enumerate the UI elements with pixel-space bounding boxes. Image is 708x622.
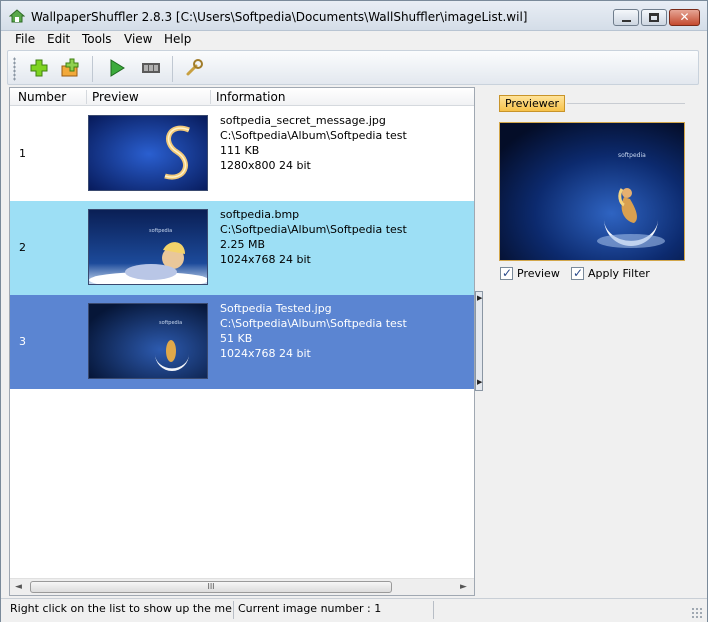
toolbar (7, 50, 699, 85)
filmstrip-icon (142, 63, 160, 73)
app-house-icon (9, 9, 25, 23)
window-title: WallpaperShuffler 2.8.3 [C:\Users\Softpe… (31, 10, 528, 24)
image-dimensions: 1024x768 24 bit (220, 347, 311, 360)
menu-edit[interactable]: Edit (47, 32, 70, 46)
list-header: Number Preview Information (10, 88, 474, 106)
horizontal-scrollbar[interactable]: ◄ III ► (10, 578, 474, 595)
preview-image: softpedia (499, 122, 685, 261)
filmstrip-button[interactable] (140, 57, 162, 79)
list-row-selected[interactable]: 3 softpedia Softpedia Tested.jpg C:\Soft… (10, 295, 474, 389)
apply-filter-checkbox-label: Apply Filter (588, 267, 650, 280)
image-dimensions: 1280x800 24 bit (220, 159, 311, 172)
svg-text:softpedia: softpedia (159, 320, 182, 326)
row-info: softpedia_secret_message.jpg C:\Softpedi… (220, 113, 407, 173)
column-number[interactable]: Number (18, 90, 66, 104)
close-button[interactable]: ✕ (669, 9, 700, 26)
row-number: 3 (19, 335, 26, 348)
thumbnail-image: softpedia (88, 303, 208, 379)
status-divider (233, 601, 234, 619)
status-bar: Right click on the list to show up the m… (1, 598, 707, 622)
menu-help[interactable]: Help (164, 32, 191, 46)
list-row[interactable]: 1 softpedia_secret_message.jpg C:\Softpe… (10, 107, 474, 201)
status-divider (433, 601, 434, 619)
add-icon (30, 59, 48, 77)
resize-grip-icon[interactable] (691, 607, 703, 619)
image-dimensions: 1024x768 24 bit (220, 253, 311, 266)
play-icon (110, 59, 125, 77)
collapse-arrow-icon[interactable]: ▶ (477, 294, 482, 302)
minimize-icon (622, 20, 631, 22)
row-number: 1 (19, 147, 26, 160)
close-icon: ✕ (679, 10, 690, 24)
previewer-tab[interactable]: Previewer (499, 95, 565, 112)
svg-text:softpedia: softpedia (618, 152, 646, 159)
maximize-icon (649, 13, 659, 22)
maximize-button[interactable] (641, 9, 667, 26)
row-info: softpedia.bmp C:\Softpedia\Album\Softped… (220, 207, 407, 267)
previewer-panel: Previewer softpedia ✓ Preview ✓ Apply Fi… (485, 87, 701, 596)
row-info: Softpedia Tested.jpg C:\Softpedia\Album\… (220, 301, 407, 361)
list-row[interactable]: 2 softpedia softpedia.bmp C:\Softpedia\A… (10, 201, 474, 295)
expand-arrow-icon[interactable]: ▶ (477, 378, 482, 386)
status-hint: Right click on the list to show up the m… (10, 602, 232, 615)
checkbox-checked-icon[interactable] (500, 266, 513, 280)
menu-tools[interactable]: Tools (82, 32, 112, 46)
add-folder-button[interactable] (60, 57, 82, 79)
scroll-left-icon[interactable]: ◄ (15, 582, 22, 592)
menu-file[interactable]: File (15, 32, 35, 46)
menu-bar: File Edit Tools View Help (1, 31, 707, 48)
file-size: 51 KB (220, 332, 253, 345)
thumbnail-image (88, 115, 208, 191)
app-window: WallpaperShuffler 2.8.3 [C:\Users\Softpe… (0, 0, 708, 622)
minimize-button[interactable] (613, 9, 639, 26)
row-number: 2 (19, 241, 26, 254)
scroll-thumb[interactable]: III (30, 581, 392, 593)
file-path: C:\Softpedia\Album\Softpedia test (220, 129, 407, 142)
file-size: 111 KB (220, 144, 260, 157)
column-divider (86, 90, 87, 104)
file-name: Softpedia Tested.jpg (220, 302, 332, 315)
file-name: softpedia_secret_message.jpg (220, 114, 386, 127)
start-shuffle-button[interactable] (106, 57, 128, 79)
column-information[interactable]: Information (216, 90, 285, 104)
file-path: C:\Softpedia\Album\Softpedia test (220, 317, 407, 330)
wrench-icon (186, 59, 203, 76)
svg-text:softpedia: softpedia (149, 228, 172, 234)
add-folder-icon (61, 58, 79, 77)
thumbnail-image: softpedia (88, 209, 208, 285)
add-image-button[interactable] (28, 57, 50, 79)
title-bar[interactable]: WallpaperShuffler 2.8.3 [C:\Users\Softpe… (1, 1, 707, 31)
settings-button[interactable] (184, 57, 206, 79)
preview-checkbox-label: Preview (517, 267, 560, 280)
toolbar-separator (92, 56, 93, 82)
file-name: softpedia.bmp (220, 208, 300, 221)
menu-view[interactable]: View (124, 32, 152, 46)
toolbar-grip[interactable] (13, 57, 16, 81)
column-preview[interactable]: Preview (92, 90, 139, 104)
checkbox-checked-icon[interactable] (571, 266, 584, 280)
previewer-divider (567, 103, 685, 104)
file-size: 2.25 MB (220, 238, 266, 251)
scroll-right-icon[interactable]: ► (460, 582, 467, 592)
image-list[interactable]: Number Preview Information 1 softpedia_s… (9, 87, 475, 596)
file-path: C:\Softpedia\Album\Softpedia test (220, 223, 407, 236)
column-divider (210, 90, 211, 104)
panel-splitter[interactable]: ▶ ▶ (475, 291, 483, 391)
toolbar-separator (172, 56, 173, 82)
status-current-image: Current image number : 1 (238, 602, 382, 615)
